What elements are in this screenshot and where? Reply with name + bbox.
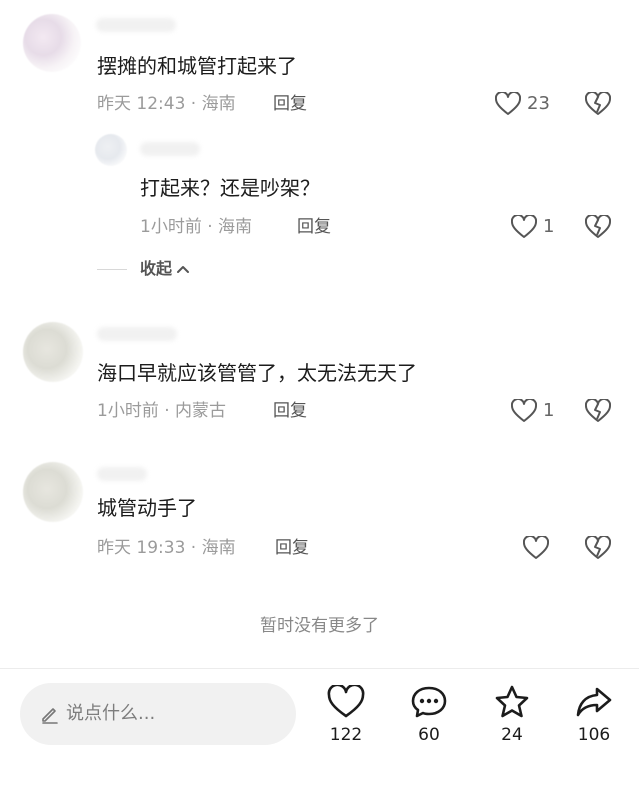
reply-text: 打起来？还是吵架？	[140, 176, 320, 200]
share-action[interactable]: 106	[559, 685, 629, 745]
star-icon	[477, 685, 547, 719]
comment-text: 海口早就应该管管了，太无法无天了	[97, 361, 417, 385]
like-button[interactable]: 23	[495, 91, 550, 117]
comment-item: 摆摊的和城管打起来了 昨天 12:43 · 海南 回复 23	[0, 0, 639, 130]
like-count: 23	[527, 93, 550, 114]
comment-item: 城管动手了 昨天 19:33 · 海南 回复	[0, 455, 639, 575]
heart-icon	[511, 215, 537, 239]
reply-button[interactable]: 回复	[297, 216, 331, 238]
comment-meta: 昨天 19:33 · 海南	[97, 538, 236, 558]
comment-text: 城管动手了	[97, 496, 197, 520]
username-blurred[interactable]	[96, 18, 176, 32]
username-blurred[interactable]	[97, 467, 147, 481]
share-action-count: 106	[577, 725, 611, 745]
bottom-bar-divider	[0, 668, 639, 669]
comment-input-placeholder: 说点什么...	[66, 703, 156, 724]
broken-heart-icon[interactable]	[585, 399, 611, 423]
like-action-count: 122	[329, 725, 363, 745]
reply-button[interactable]: 回复	[273, 400, 307, 422]
reply-button[interactable]: 回复	[275, 537, 309, 559]
comment-item: 海口早就应该管管了，太无法无天了 1小时前 · 内蒙古 回复 1	[0, 315, 639, 435]
comment-action-count: 60	[418, 725, 440, 745]
comment-input[interactable]: 说点什么...	[20, 683, 296, 745]
like-button[interactable]: 1	[511, 214, 554, 240]
heart-icon	[523, 536, 549, 560]
comment-text: 摆摊的和城管打起来了	[97, 54, 297, 78]
comment-meta: 1小时前 · 内蒙古	[97, 401, 227, 421]
broken-heart-icon[interactable]	[585, 536, 611, 560]
broken-heart-icon[interactable]	[585, 92, 611, 116]
reply-meta: 1小时前 · 海南	[140, 217, 253, 237]
share-arrow-icon	[559, 685, 629, 719]
heart-icon	[511, 399, 537, 423]
broken-heart-icon[interactable]	[585, 215, 611, 239]
comment-meta: 昨天 12:43 · 海南	[97, 94, 236, 114]
avatar[interactable]	[95, 134, 127, 166]
like-button[interactable]	[523, 535, 555, 561]
heart-icon	[495, 92, 521, 116]
like-action[interactable]: 122	[311, 685, 381, 745]
like-count: 1	[543, 400, 555, 421]
reply-item: 打起来？还是吵架？ 1小时前 · 海南 回复 1	[0, 130, 639, 240]
like-button[interactable]: 1	[511, 398, 554, 424]
avatar[interactable]	[23, 322, 83, 382]
favorite-action-count: 24	[501, 725, 523, 745]
collapse-label: 收起	[140, 259, 173, 278]
favorite-action[interactable]: 24	[477, 685, 547, 745]
pen-icon	[40, 704, 60, 724]
chevron-up-icon	[176, 264, 190, 274]
heart-icon	[311, 685, 381, 719]
comment-bubble-icon	[394, 685, 464, 719]
username-blurred[interactable]	[97, 327, 177, 341]
avatar[interactable]	[23, 462, 83, 522]
collapse-button[interactable]: 收起	[140, 259, 190, 279]
reply-button[interactable]: 回复	[273, 93, 307, 115]
comment-action[interactable]: 60	[394, 685, 464, 745]
collapse-divider	[97, 269, 127, 270]
no-more-text: 暂时没有更多了	[260, 616, 379, 636]
like-count: 1	[543, 216, 555, 237]
username-blurred[interactable]	[140, 142, 200, 156]
avatar[interactable]	[23, 14, 81, 72]
